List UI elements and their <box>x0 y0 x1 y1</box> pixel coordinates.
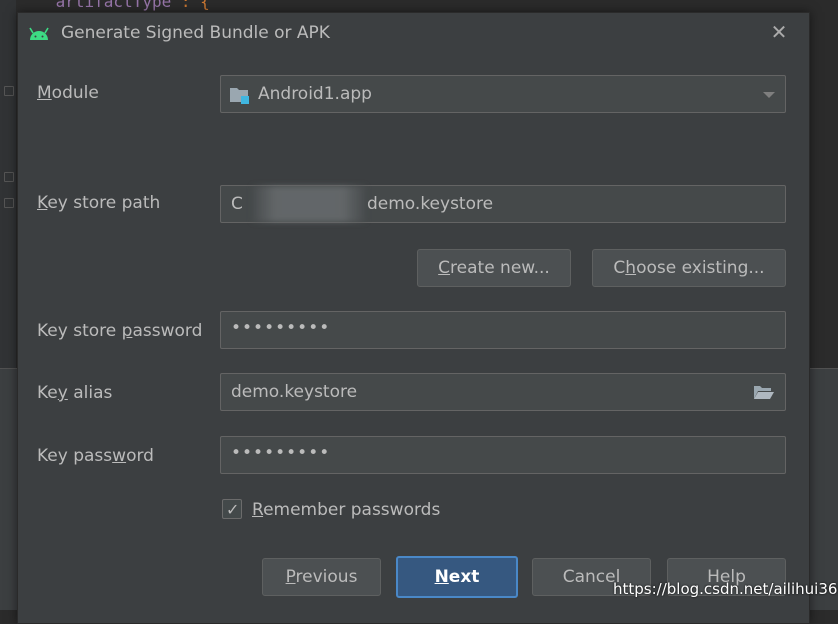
fold-marker-icon <box>4 172 14 182</box>
remember-passwords-label[interactable]: Remember passwords <box>252 500 440 520</box>
key-store-path-label: Key store path <box>37 193 161 213</box>
editor-gutter <box>0 0 16 400</box>
create-new-button[interactable]: Create new... <box>417 249 571 287</box>
fold-marker-icon <box>4 198 14 208</box>
checkmark-icon: ✓ <box>226 500 240 519</box>
open-folder-icon[interactable] <box>753 384 775 400</box>
chevron-down-icon <box>763 92 775 98</box>
key-password-field[interactable]: ••••••••• <box>220 436 786 474</box>
module-dropdown[interactable]: Android1.app <box>220 75 786 113</box>
close-button[interactable]: ✕ <box>768 21 790 43</box>
next-button[interactable]: Next <box>396 556 518 598</box>
close-icon: ✕ <box>770 20 788 44</box>
key-password-label: Key password <box>37 446 154 466</box>
dialog-titlebar: Generate Signed Bundle or APK ✕ <box>18 13 809 55</box>
key-store-path-field[interactable]: C demo.keystore <box>220 185 786 223</box>
redacted-blur <box>253 186 365 222</box>
remember-passwords-checkbox[interactable]: ✓ <box>222 499 242 519</box>
key-store-path-value-prefix: C <box>231 194 243 214</box>
watermark-text: https://blog.csdn.net/ailihui366 <box>613 580 838 598</box>
module-value: Android1.app <box>258 84 372 104</box>
previous-button[interactable]: Previous <box>262 558 381 596</box>
key-store-password-value: ••••••••• <box>231 318 331 338</box>
key-store-password-field[interactable]: ••••••••• <box>220 311 786 349</box>
key-alias-value: demo.keystore <box>231 382 358 402</box>
dialog-title: Generate Signed Bundle or APK <box>61 23 330 43</box>
key-store-path-value-suffix: demo.keystore <box>367 194 494 214</box>
editor-code-line: "artifactType": { <box>46 0 210 11</box>
key-store-password-label: Key store password <box>37 321 203 341</box>
generate-signed-dialog: Generate Signed Bundle or APK ✕ Module A… <box>17 12 810 624</box>
key-alias-field[interactable]: demo.keystore <box>220 373 786 411</box>
module-folder-icon <box>230 88 249 104</box>
choose-existing-button[interactable]: Choose existing... <box>592 249 786 287</box>
android-icon <box>29 27 49 40</box>
module-label: Module <box>37 83 99 103</box>
key-alias-label: Key alias <box>37 383 113 403</box>
fold-marker-icon <box>4 86 14 96</box>
key-password-value: ••••••••• <box>231 443 331 463</box>
